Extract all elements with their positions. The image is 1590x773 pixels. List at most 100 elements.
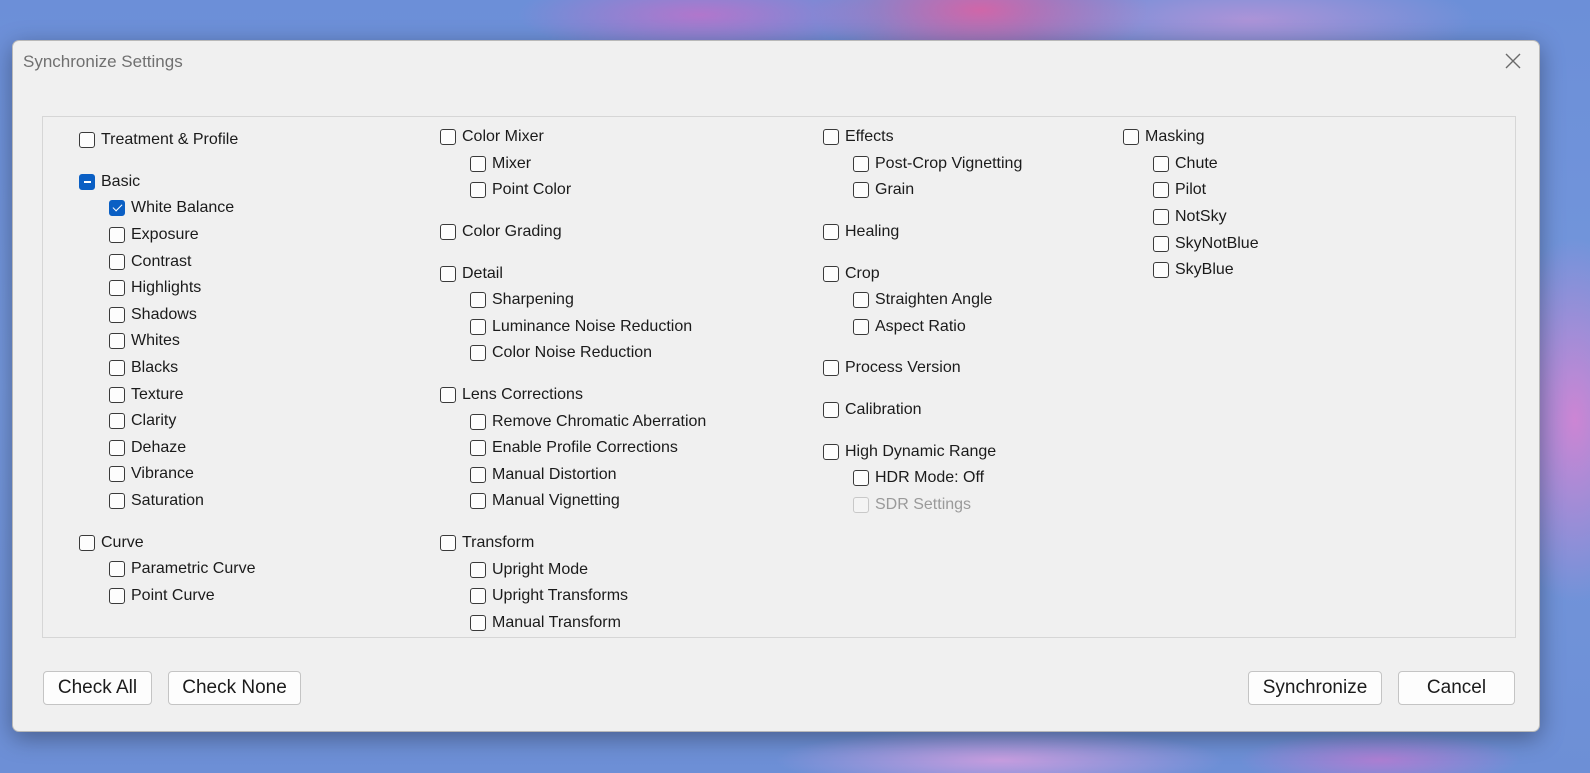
curve-checkbox[interactable] xyxy=(79,534,95,551)
aspect-ratio-checkbox[interactable] xyxy=(853,318,869,335)
setting-treatment-profile[interactable]: Treatment & Profile xyxy=(79,127,255,154)
setting-calibration[interactable]: Calibration xyxy=(823,397,1022,424)
high-dynamic-range-checkbox[interactable] xyxy=(823,443,839,460)
saturation-checkbox[interactable] xyxy=(109,493,125,510)
grain-checkbox[interactable] xyxy=(853,182,869,199)
setting-sharpening[interactable]: Sharpening xyxy=(440,287,706,314)
color-mixer-checkbox[interactable] xyxy=(440,129,456,146)
shadows-checkbox[interactable] xyxy=(109,306,125,323)
setting-crop[interactable]: Crop xyxy=(823,260,1022,287)
setting-high-dynamic-range[interactable]: High Dynamic Range xyxy=(823,438,1022,465)
setting-basic[interactable]: Basic xyxy=(79,169,255,196)
setting-point-color[interactable]: Point Color xyxy=(440,177,706,204)
mixer-checkbox[interactable] xyxy=(470,155,486,172)
texture-checkbox[interactable] xyxy=(109,386,125,403)
setting-healing[interactable]: Healing xyxy=(823,219,1022,246)
setting-hdr-mode-off[interactable]: HDR Mode: Off xyxy=(823,465,1022,492)
point-curve-checkbox[interactable] xyxy=(109,587,125,604)
setting-masking[interactable]: Masking xyxy=(1123,124,1259,151)
manual-distortion-checkbox[interactable] xyxy=(470,466,486,483)
whites-checkbox[interactable] xyxy=(109,333,125,350)
hdr-mode-off-checkbox[interactable] xyxy=(853,470,869,487)
enable-profile-corrections-checkbox[interactable] xyxy=(470,440,486,457)
straighten-angle-checkbox[interactable] xyxy=(853,292,869,309)
parametric-curve-checkbox[interactable] xyxy=(109,561,125,578)
setting-enable-profile-corrections[interactable]: Enable Profile Corrections xyxy=(440,435,706,462)
clarity-checkbox[interactable] xyxy=(109,413,125,430)
setting-color-grading[interactable]: Color Grading xyxy=(440,219,706,246)
blacks-checkbox[interactable] xyxy=(109,360,125,377)
white-balance-checkbox[interactable] xyxy=(109,200,125,217)
skyblue-checkbox[interactable] xyxy=(1153,262,1169,279)
setting-manual-distortion[interactable]: Manual Distortion xyxy=(440,462,706,489)
setting-process-version[interactable]: Process Version xyxy=(823,355,1022,382)
setting-point-curve[interactable]: Point Curve xyxy=(79,583,255,610)
masking-checkbox[interactable] xyxy=(1123,129,1139,146)
setting-effects[interactable]: Effects xyxy=(823,124,1022,151)
setting-luminance-noise-reduction[interactable]: Luminance Noise Reduction xyxy=(440,314,706,341)
setting-upright-mode[interactable]: Upright Mode xyxy=(440,556,706,583)
calibration-checkbox[interactable] xyxy=(823,402,839,419)
highlights-checkbox[interactable] xyxy=(109,280,125,297)
exposure-checkbox[interactable] xyxy=(109,227,125,244)
process-version-checkbox[interactable] xyxy=(823,360,839,377)
setting-chute[interactable]: Chute xyxy=(1123,151,1259,178)
setting-skynotblue[interactable]: SkyNotBlue xyxy=(1123,230,1259,257)
setting-color-mixer[interactable]: Color Mixer xyxy=(440,124,706,151)
close-icon[interactable] xyxy=(1501,49,1525,73)
setting-upright-transforms[interactable]: Upright Transforms xyxy=(440,583,706,610)
treatment-profile-checkbox[interactable] xyxy=(79,132,95,149)
chute-checkbox[interactable] xyxy=(1153,155,1169,172)
post-crop-vignetting-checkbox[interactable] xyxy=(853,155,869,172)
setting-white-balance[interactable]: White Balance xyxy=(79,195,255,222)
dialog-titlebar[interactable]: Synchronize Settings xyxy=(13,41,1539,83)
setting-manual-transform[interactable]: Manual Transform xyxy=(440,610,706,637)
setting-highlights[interactable]: Highlights xyxy=(79,275,255,302)
transform-checkbox[interactable] xyxy=(440,535,456,552)
setting-aspect-ratio[interactable]: Aspect Ratio xyxy=(823,314,1022,341)
setting-whites[interactable]: Whites xyxy=(79,328,255,355)
vibrance-checkbox[interactable] xyxy=(109,466,125,483)
setting-detail[interactable]: Detail xyxy=(440,260,706,287)
setting-saturation[interactable]: Saturation xyxy=(79,488,255,515)
lens-corrections-checkbox[interactable] xyxy=(440,387,456,404)
setting-texture[interactable]: Texture xyxy=(79,381,255,408)
setting-color-noise-reduction[interactable]: Color Noise Reduction xyxy=(440,340,706,367)
synchronize-button[interactable]: Synchronize xyxy=(1248,671,1382,705)
dehaze-checkbox[interactable] xyxy=(109,439,125,456)
setting-skyblue[interactable]: SkyBlue xyxy=(1123,257,1259,284)
notsky-checkbox[interactable] xyxy=(1153,209,1169,226)
check-none-button[interactable]: Check None xyxy=(168,671,301,705)
point-color-checkbox[interactable] xyxy=(470,182,486,199)
setting-grain[interactable]: Grain xyxy=(823,177,1022,204)
color-noise-reduction-checkbox[interactable] xyxy=(470,345,486,362)
color-grading-checkbox[interactable] xyxy=(440,224,456,241)
luminance-noise-reduction-checkbox[interactable] xyxy=(470,318,486,335)
setting-vibrance[interactable]: Vibrance xyxy=(79,461,255,488)
setting-shadows[interactable]: Shadows xyxy=(79,302,255,329)
setting-post-crop-vignetting[interactable]: Post-Crop Vignetting xyxy=(823,151,1022,178)
setting-manual-vignetting[interactable]: Manual Vignetting xyxy=(440,488,706,515)
upright-transforms-checkbox[interactable] xyxy=(470,588,486,605)
cancel-button[interactable]: Cancel xyxy=(1398,671,1515,705)
basic-checkbox[interactable] xyxy=(79,173,95,190)
setting-curve[interactable]: Curve xyxy=(79,529,255,556)
crop-checkbox[interactable] xyxy=(823,265,839,282)
setting-contrast[interactable]: Contrast xyxy=(79,248,255,275)
setting-pilot[interactable]: Pilot xyxy=(1123,177,1259,204)
setting-lens-corrections[interactable]: Lens Corrections xyxy=(440,382,706,409)
skynotblue-checkbox[interactable] xyxy=(1153,235,1169,252)
setting-mixer[interactable]: Mixer xyxy=(440,151,706,178)
setting-parametric-curve[interactable]: Parametric Curve xyxy=(79,556,255,583)
pilot-checkbox[interactable] xyxy=(1153,182,1169,199)
healing-checkbox[interactable] xyxy=(823,224,839,241)
setting-exposure[interactable]: Exposure xyxy=(79,222,255,249)
check-all-button[interactable]: Check All xyxy=(43,671,152,705)
manual-transform-checkbox[interactable] xyxy=(470,614,486,631)
setting-dehaze[interactable]: Dehaze xyxy=(79,435,255,462)
setting-transform[interactable]: Transform xyxy=(440,530,706,557)
setting-remove-chromatic-aberration[interactable]: Remove Chromatic Aberration xyxy=(440,408,706,435)
sharpening-checkbox[interactable] xyxy=(470,292,486,309)
contrast-checkbox[interactable] xyxy=(109,253,125,270)
remove-chromatic-aberration-checkbox[interactable] xyxy=(470,413,486,430)
